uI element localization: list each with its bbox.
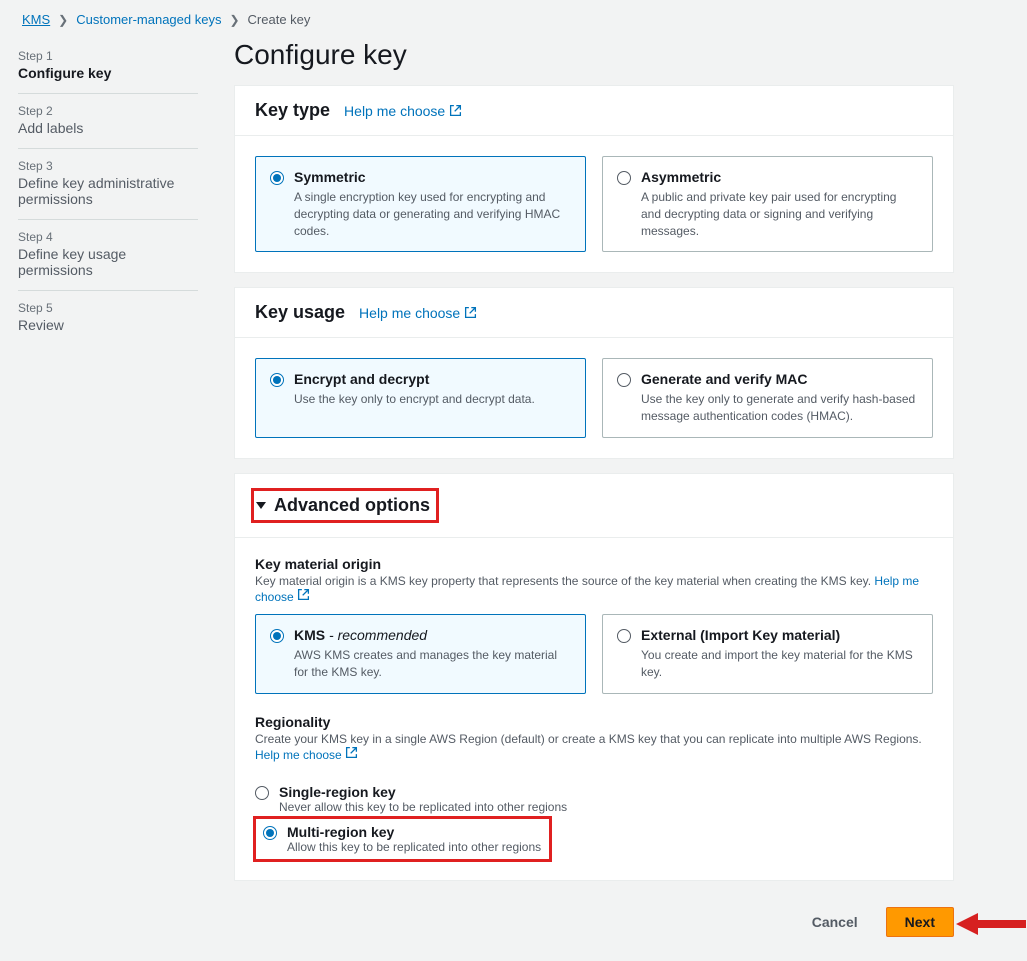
advanced-toggle[interactable]: Advanced options (235, 474, 953, 538)
cancel-button[interactable]: Cancel (794, 908, 876, 936)
wizard-steps: Step 1 Configure key Step 2 Add labels S… (18, 39, 198, 937)
radio-icon (270, 171, 284, 185)
breadcrumb-current: Create key (248, 12, 311, 27)
external-link-icon (464, 306, 477, 319)
regionality-multi[interactable]: Multi-region key Allow this key to be re… (255, 818, 550, 860)
help-regionality[interactable]: Help me choose (255, 748, 358, 762)
caret-down-icon (256, 502, 266, 509)
annotation-highlight: Advanced options (251, 488, 439, 523)
origin-external[interactable]: External (Import Key material) You creat… (602, 614, 933, 694)
chevron-right-icon: ❯ (58, 13, 68, 27)
sidebar-step-5[interactable]: Step 5 Review (18, 291, 198, 345)
radio-icon (617, 373, 631, 387)
key-material-section: Key material origin Key material origin … (235, 538, 953, 700)
annotation-arrow-icon (956, 909, 1026, 939)
panel-key-usage: Key usage Help me choose Encrypt and dec… (234, 287, 954, 459)
key-usage-mac[interactable]: Generate and verify MAC Use the key only… (602, 358, 933, 438)
breadcrumb-root[interactable]: KMS (22, 12, 50, 27)
key-type-symmetric[interactable]: Symmetric A single encryption key used f… (255, 156, 586, 252)
external-link-icon (345, 746, 358, 759)
origin-kms[interactable]: KMS - recommended AWS KMS creates and ma… (255, 614, 586, 694)
external-link-icon (297, 588, 310, 601)
page-title: Configure key (234, 39, 954, 71)
key-usage-encrypt[interactable]: Encrypt and decrypt Use the key only to … (255, 358, 586, 438)
sidebar-step-4[interactable]: Step 4 Define key usage permissions (18, 220, 198, 291)
content: Configure key Key type Help me choose (234, 39, 954, 937)
breadcrumb: KMS ❯ Customer-managed keys ❯ Create key (18, 12, 1009, 27)
radio-icon (270, 629, 284, 643)
key-type-asymmetric[interactable]: Asymmetric A public and private key pair… (602, 156, 933, 252)
radio-icon (255, 786, 269, 800)
regionality-single[interactable]: Single-region key Never allow this key t… (255, 778, 933, 818)
radio-icon (617, 171, 631, 185)
radio-icon (617, 629, 631, 643)
chevron-right-icon: ❯ (229, 13, 239, 27)
sidebar-step-3[interactable]: Step 3 Define key administrative permiss… (18, 149, 198, 220)
regionality-section: Regionality Create your KMS key in a sin… (235, 700, 953, 778)
panel-key-type: Key type Help me choose Symmetric A sing… (234, 85, 954, 273)
next-button[interactable]: Next (886, 907, 954, 937)
panel-key-type-title: Key type (255, 100, 330, 121)
panel-key-usage-title: Key usage (255, 302, 345, 323)
radio-icon (270, 373, 284, 387)
sidebar-step-2[interactable]: Step 2 Add labels (18, 94, 198, 149)
sidebar-step-1[interactable]: Step 1 Configure key (18, 39, 198, 94)
external-link-icon (449, 104, 462, 117)
panel-advanced: Advanced options Key material origin Key… (234, 473, 954, 881)
breadcrumb-mid[interactable]: Customer-managed keys (76, 12, 221, 27)
radio-icon (263, 826, 277, 840)
footer: Cancel Next (234, 907, 954, 937)
help-key-usage[interactable]: Help me choose (359, 305, 477, 321)
help-key-type[interactable]: Help me choose (344, 103, 462, 119)
